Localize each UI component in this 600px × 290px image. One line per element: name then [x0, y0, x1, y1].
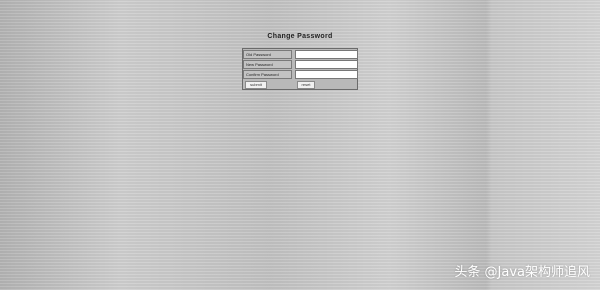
confirm-password-label: Confirm Password: [243, 70, 292, 79]
submit-button[interactable]: submit: [245, 81, 267, 89]
confirm-password-input[interactable]: [295, 70, 358, 79]
reset-button[interactable]: reset: [297, 81, 315, 89]
new-password-input[interactable]: [295, 60, 358, 69]
page-title: Change Password: [267, 33, 333, 40]
old-password-row: Old Password: [243, 50, 358, 60]
change-password-form: Old Password New Password Confirm Passwo…: [242, 48, 358, 90]
old-password-input[interactable]: [295, 50, 358, 59]
confirm-password-row: Confirm Password: [243, 70, 358, 80]
new-password-label: New Password: [243, 60, 292, 69]
watermark-text: 头条 @Java架构师追风: [454, 265, 590, 280]
old-password-label: Old Password: [243, 50, 292, 59]
new-password-row: New Password: [243, 60, 358, 70]
